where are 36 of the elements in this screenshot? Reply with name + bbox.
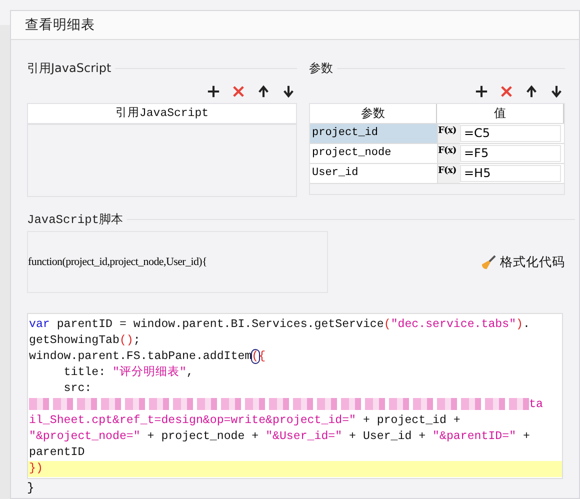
delete-icon[interactable] <box>500 85 513 98</box>
code-line: il_Sheet.cpt&ref_t=design&op=write&project_id=" + project_id + <box>28 413 462 429</box>
column-header: 引用JavaScript <box>114 106 210 122</box>
function-signature: function(project_id,project_node,User_id){ <box>28 256 208 268</box>
arrow-down-icon[interactable] <box>282 85 295 98</box>
add-icon[interactable] <box>207 85 220 98</box>
column-header: 参数 <box>310 104 437 123</box>
formula-button[interactable]: F(x) <box>438 124 460 143</box>
delete-icon[interactable] <box>232 85 245 98</box>
code-line: getShowingTab(); <box>28 333 142 349</box>
format-code-button[interactable]: 格式化代码 <box>481 254 575 270</box>
formula-button[interactable]: F(x) <box>438 164 460 183</box>
code-line: src: <box>62 381 93 397</box>
column-header: 值 <box>437 104 564 123</box>
code-line: "&project_node=" + project_node + "&User_id=" + User_id + "&parentID=" + <box>28 429 531 445</box>
arrow-up-icon[interactable] <box>257 85 270 98</box>
code-line: var parentID = window.parent.BI.Services.getService("dec.service.tabs"). <box>28 317 531 333</box>
add-icon[interactable] <box>475 85 488 98</box>
group-title: 引用JavaScript <box>27 60 112 76</box>
value-field[interactable]: =C5 <box>460 125 561 142</box>
code-line: title: "评分明细表", <box>62 365 194 381</box>
formula-button[interactable]: F(x) <box>438 144 460 163</box>
code-line: parentID <box>28 445 86 461</box>
code-closing-brace: } <box>27 481 36 495</box>
arrow-down-icon[interactable] <box>550 85 563 98</box>
brush-icon <box>481 254 496 270</box>
code-line: window.parent.FS.tabPane.addItem({ <box>28 349 267 365</box>
window-title: 查看明细表 <box>25 16 95 34</box>
group-title: JavaScript脚本 <box>27 212 124 228</box>
arrow-up-icon[interactable] <box>525 85 538 98</box>
code-editor[interactable] <box>27 313 563 479</box>
code-line: ta <box>28 397 562 413</box>
parameter-name-cell[interactable]: project_id <box>310 124 438 143</box>
group-title: 参数 <box>309 60 333 76</box>
value-field[interactable]: =H5 <box>460 165 561 182</box>
value-field[interactable]: =F5 <box>460 145 561 162</box>
